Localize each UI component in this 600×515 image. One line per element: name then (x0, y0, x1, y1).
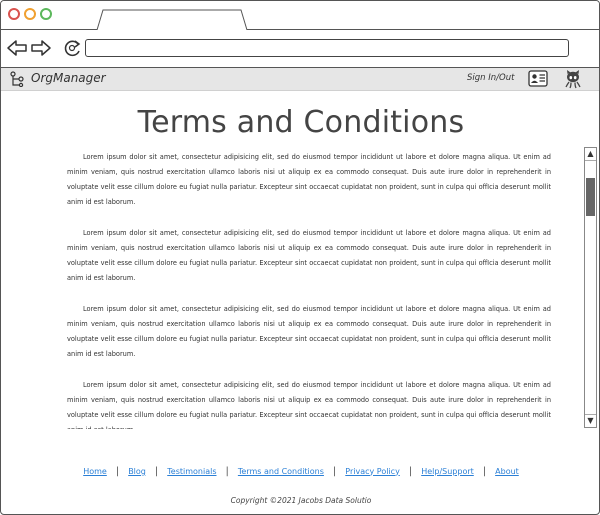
page-title: Terms and Conditions (137, 105, 465, 140)
id-card-icon[interactable] (528, 70, 548, 87)
forward-arrow-icon[interactable] (30, 38, 52, 58)
address-bar (1, 30, 599, 68)
url-input[interactable] (85, 39, 569, 57)
terms-content[interactable]: Lorem ipsum dolor sit amet, consectetur … (67, 150, 551, 429)
scroll-thumb[interactable] (586, 178, 595, 216)
back-arrow-icon[interactable] (6, 38, 28, 58)
copyright-text: Copyright ©2021 Jacobs Data Solutio (230, 496, 372, 505)
footer-nav: Home | Blog | Testimonials | Terms and C… (1, 463, 599, 479)
footer-link-blog[interactable]: Blog (119, 467, 155, 476)
terms-paragraph: Lorem ipsum dolor sit amet, consectetur … (67, 153, 551, 206)
title-bar (1, 1, 599, 30)
footer-link-terms[interactable]: Terms and Conditions (229, 467, 333, 476)
browser-tab[interactable] (96, 9, 248, 30)
browser-window: OrgManager Sign In/Out Terms and Conditi… (0, 0, 600, 515)
scroll-down-icon[interactable]: ▼ (585, 414, 596, 427)
scroll-up-icon[interactable]: ▲ (585, 148, 596, 161)
app-header: OrgManager Sign In/Out (1, 68, 599, 91)
minimize-window-button[interactable] (24, 8, 36, 20)
vertical-scrollbar[interactable]: ▲ ▼ (584, 147, 597, 428)
sign-in-out-link[interactable]: Sign In/Out (467, 73, 514, 83)
app-title[interactable]: OrgManager (31, 71, 106, 85)
reload-icon[interactable] (62, 38, 84, 58)
footer-link-about[interactable]: About (486, 467, 528, 476)
footer-link-testimonials[interactable]: Testimonials (158, 467, 225, 476)
footer-link-privacy[interactable]: Privacy Policy (336, 467, 409, 476)
footer-link-home[interactable]: Home (74, 467, 116, 476)
maximize-window-button[interactable] (40, 8, 52, 20)
close-window-button[interactable] (8, 8, 20, 20)
footer-link-help[interactable]: Help/Support (412, 467, 483, 476)
octocat-icon[interactable] (563, 69, 583, 89)
terms-paragraph: Lorem ipsum dolor sit amet, consectetur … (67, 305, 551, 358)
terms-paragraph: Lorem ipsum dolor sit amet, consectetur … (67, 381, 551, 429)
org-tree-icon (10, 71, 24, 87)
terms-paragraph: Lorem ipsum dolor sit amet, consectetur … (67, 229, 551, 282)
